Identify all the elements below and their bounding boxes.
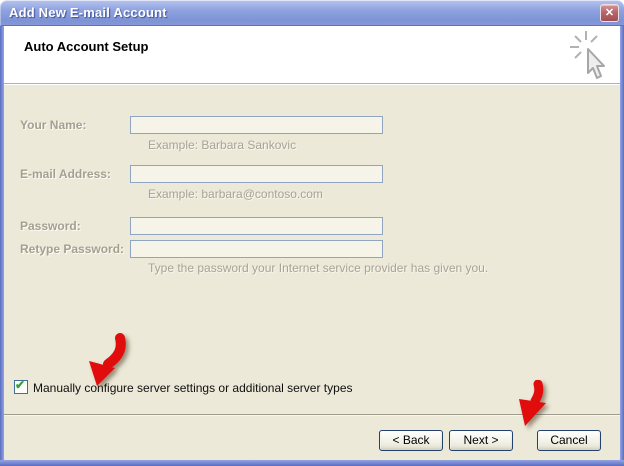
your-name-example: Example: Barbara Sankovic <box>148 138 296 152</box>
wizard-header: Auto Account Setup <box>4 26 620 84</box>
manual-configure-checkbox[interactable]: ✔ <box>14 380 28 394</box>
retype-password-label: Retype Password: <box>20 242 124 256</box>
retype-password-input[interactable] <box>130 240 383 258</box>
password-input[interactable] <box>130 217 383 235</box>
your-name-label: Your Name: <box>20 118 86 132</box>
titlebar[interactable]: Add New E-mail Account ✕ <box>0 0 624 26</box>
button-divider <box>4 414 620 416</box>
close-button[interactable]: ✕ <box>600 4 619 22</box>
window-border-right <box>620 26 624 466</box>
email-example: Example: barbara@contoso.com <box>148 187 323 201</box>
cancel-button[interactable]: Cancel <box>537 430 601 451</box>
close-icon: ✕ <box>605 7 614 19</box>
email-input[interactable] <box>130 165 383 183</box>
window-border-bottom <box>0 460 624 466</box>
password-helper-text: Type the password your Internet service … <box>148 261 488 275</box>
add-email-account-dialog: Add New E-mail Account ✕ Auto Account Se… <box>0 0 624 466</box>
next-button[interactable]: Next > <box>449 430 513 451</box>
your-name-input[interactable] <box>130 116 383 134</box>
check-icon: ✔ <box>15 378 25 392</box>
window-border-left <box>0 26 4 466</box>
back-button[interactable]: < Back <box>379 430 443 451</box>
password-label: Password: <box>20 219 81 233</box>
email-label: E-mail Address: <box>20 167 111 181</box>
page-title: Auto Account Setup <box>24 39 148 54</box>
manual-configure-label[interactable]: Manually configure server settings or ad… <box>33 381 353 395</box>
cursor-sparkle-icon <box>566 29 612 85</box>
window-title: Add New E-mail Account <box>9 5 167 20</box>
